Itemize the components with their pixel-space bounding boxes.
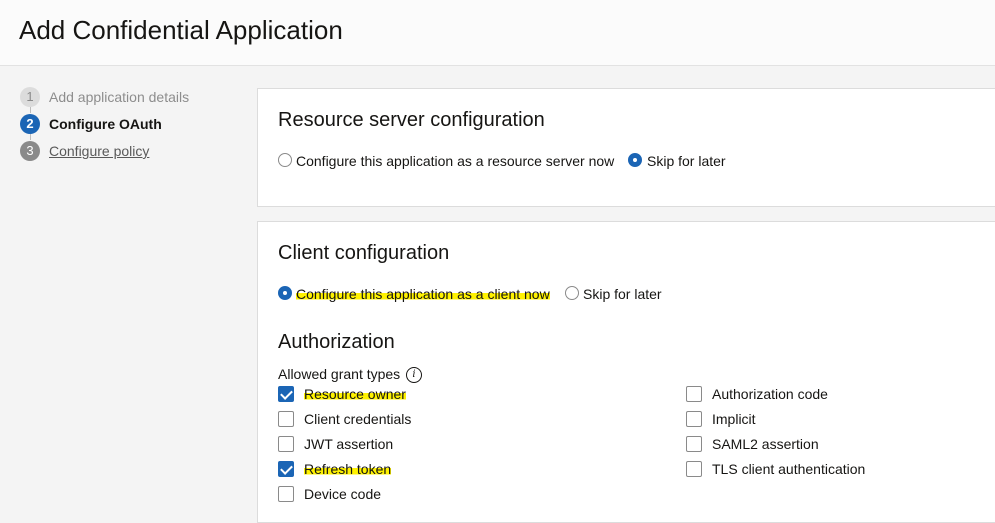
authorization-title: Authorization bbox=[278, 331, 395, 353]
checkbox-label: Authorization code bbox=[712, 386, 828, 402]
step-number: 1 bbox=[20, 87, 40, 107]
radio-label: Skip for later bbox=[583, 286, 662, 302]
radio-button-selected[interactable] bbox=[278, 286, 292, 300]
page-header: Add Confidential Application bbox=[0, 0, 995, 66]
page-title: Add Confidential Application bbox=[19, 15, 343, 45]
step-label: Configure OAuth bbox=[49, 116, 162, 132]
step-connector bbox=[30, 106, 31, 113]
resource-server-title: Resource server configuration bbox=[278, 109, 545, 131]
checkbox-label: Refresh token bbox=[304, 461, 392, 477]
checkbox-label: JWT assertion bbox=[304, 436, 394, 452]
checkbox-refresh-token[interactable] bbox=[278, 461, 294, 477]
client-option-later[interactable]: Skip for later bbox=[565, 284, 685, 304]
step-number: 2 bbox=[20, 114, 40, 134]
checkbox-device-code[interactable] bbox=[278, 486, 294, 502]
radio-button[interactable] bbox=[565, 286, 579, 300]
checkbox-implicit[interactable] bbox=[686, 411, 702, 427]
checkbox-authorization-code[interactable] bbox=[686, 386, 702, 402]
checkbox-label: TLS client authentication bbox=[712, 461, 866, 477]
step-connector bbox=[30, 133, 31, 140]
client-option-now[interactable]: Configure this application as a client n… bbox=[278, 284, 558, 304]
step-label[interactable]: Configure policy bbox=[49, 143, 149, 159]
checkbox-jwt-assertion[interactable] bbox=[278, 436, 294, 452]
radio-label: Configure this application as a client n… bbox=[296, 286, 550, 302]
checkbox-label: Client credentials bbox=[304, 411, 412, 427]
radio-button[interactable] bbox=[278, 153, 292, 167]
resource-server-panel: Resource server configuration Configure … bbox=[257, 88, 995, 207]
step-number: 3 bbox=[20, 141, 40, 161]
client-configuration-title: Client configuration bbox=[278, 242, 450, 264]
checkbox-label: Resource owner bbox=[304, 386, 406, 402]
radio-label: Configure this application as a resource… bbox=[296, 153, 615, 169]
checkbox-client-credentials[interactable] bbox=[278, 411, 294, 427]
checkbox-tls-client-authentication[interactable] bbox=[686, 461, 702, 477]
checkbox-label: Device code bbox=[304, 486, 382, 502]
allowed-grant-types-label: Allowed grant types bbox=[278, 366, 401, 382]
client-configuration-panel: Client configuration Configure this appl… bbox=[257, 221, 995, 523]
checkbox-label: Implicit bbox=[712, 411, 756, 427]
step-label: Add application details bbox=[49, 89, 190, 105]
checkbox-saml2-assertion[interactable] bbox=[686, 436, 702, 452]
radio-button-selected[interactable] bbox=[628, 153, 642, 167]
info-icon[interactable]: i bbox=[406, 367, 422, 383]
checkbox-label: SAML2 assertion bbox=[712, 436, 819, 452]
radio-label: Skip for later bbox=[647, 153, 726, 169]
checkbox-resource-owner[interactable] bbox=[278, 386, 294, 402]
resource-server-option-later[interactable]: Skip for later bbox=[628, 151, 768, 171]
